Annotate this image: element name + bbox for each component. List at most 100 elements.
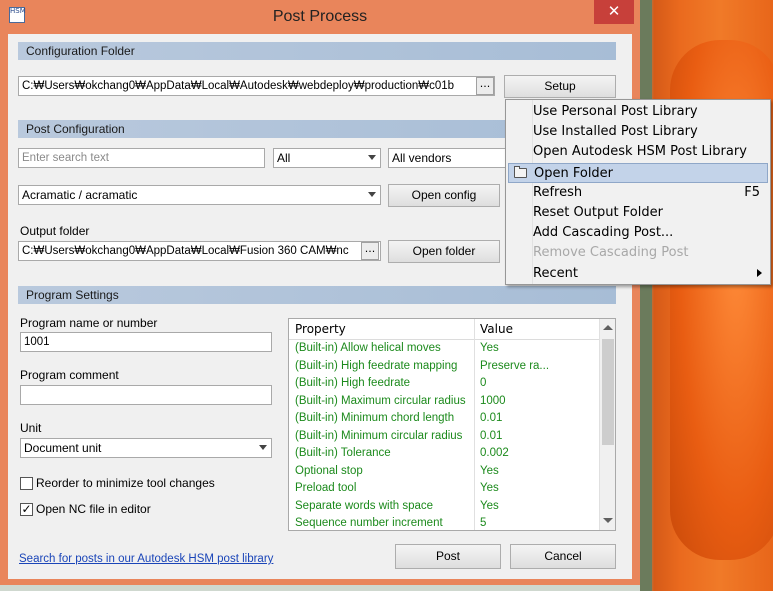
table-row[interactable]: (Built-in) High feedrate mapping Preserve…: [289, 358, 599, 376]
table-row[interactable]: Sequence number increment 5: [289, 515, 599, 530]
menu-item-recent[interactable]: Recent: [508, 264, 768, 284]
reorder-label[interactable]: Reorder to minimize tool changes: [36, 476, 215, 490]
submenu-arrow-icon: [757, 268, 762, 277]
menu-item-reset-output-folder[interactable]: Reset Output Folder: [508, 203, 768, 223]
filter-select-value: All: [277, 151, 291, 165]
property-name: (Built-in) High feedrate: [295, 377, 411, 389]
close-button[interactable]: ✕: [594, 0, 634, 24]
menu-item-use-installed-post-library[interactable]: Use Installed Post Library: [508, 122, 768, 142]
menu-item-label: Reset Output Folder: [533, 205, 663, 220]
open-nc-label[interactable]: Open NC file in editor: [36, 502, 151, 516]
program-name-value: 1001: [24, 336, 50, 348]
program-comment-label: Program comment: [20, 368, 119, 382]
open-folder-button[interactable]: Open folder: [388, 240, 500, 263]
menu-item-label: Refresh: [533, 184, 583, 200]
chevron-down-icon: [368, 192, 376, 197]
program-name-label: Program name or number: [20, 316, 158, 330]
chevron-down-icon: [368, 155, 376, 160]
menu-item-open-autodesk-hsm-post-library[interactable]: Open Autodesk HSM Post Library: [508, 142, 768, 162]
scroll-thumb[interactable]: [602, 339, 614, 445]
filter-select[interactable]: All: [273, 148, 381, 168]
config-folder-header: Configuration Folder: [18, 42, 616, 60]
reorder-checkbox[interactable]: [20, 477, 33, 490]
output-folder-browse-button[interactable]: ...: [361, 242, 379, 260]
post-button[interactable]: Post: [395, 544, 501, 569]
table-row[interactable]: (Built-in) High feedrate 0: [289, 375, 599, 393]
config-folder-browse-button[interactable]: ...: [476, 77, 494, 95]
property-column-header[interactable]: Property: [295, 322, 346, 336]
table-row[interactable]: (Built-in) Minimum circular radius 0.01: [289, 428, 599, 446]
output-folder-path-text: C:₩Users₩okchang0₩AppData₩Local₩Fusion 3…: [22, 245, 349, 257]
property-name: (Built-in) High feedrate mapping: [295, 359, 458, 372]
property-value[interactable]: 0.002: [480, 447, 596, 459]
table-row[interactable]: Separate words with space Yes: [289, 498, 599, 516]
property-name: (Built-in) Maximum circular radius: [295, 394, 466, 407]
property-grid-header: Property Value: [289, 319, 599, 340]
property-grid[interactable]: Property Value (Built-in) Allow helical …: [288, 318, 616, 531]
output-folder-label: Output folder: [20, 224, 90, 238]
post-select[interactable]: Acramatic / acramatic: [18, 185, 381, 205]
property-name: Separate words with space: [295, 499, 434, 512]
property-grid-scrollbar[interactable]: [599, 319, 615, 530]
scroll-up-icon[interactable]: [603, 325, 613, 330]
table-row[interactable]: Preload tool Yes: [289, 480, 599, 498]
table-row[interactable]: (Built-in) Maximum circular radius 1000: [289, 393, 599, 411]
menu-item-add-cascading-post[interactable]: Add Cascading Post...: [508, 223, 768, 243]
menu-item-label: Recent: [533, 265, 578, 281]
config-folder-path[interactable]: C:₩Users₩okchang0₩AppData₩Local₩Autodesk…: [18, 76, 495, 96]
table-row[interactable]: (Built-in) Tolerance 0.002: [289, 445, 599, 463]
property-name: Preload tool: [295, 482, 357, 494]
property-name: Sequence number increment: [295, 517, 443, 529]
title-bar[interactable]: HSM Post Process ✕: [0, 0, 640, 34]
chevron-down-icon: [259, 445, 267, 450]
property-value[interactable]: Yes: [480, 500, 596, 512]
property-value[interactable]: Yes: [480, 465, 596, 477]
search-input[interactable]: Enter search text: [18, 148, 265, 168]
post-select-value: Acramatic / acramatic: [22, 188, 138, 202]
open-nc-checkbox[interactable]: ✓: [20, 503, 33, 516]
property-name: (Built-in) Tolerance: [295, 447, 391, 459]
property-value[interactable]: 0.01: [480, 430, 596, 442]
property-value[interactable]: 1000: [480, 395, 596, 407]
unit-select-value: Document unit: [24, 441, 102, 455]
property-value[interactable]: Yes: [480, 342, 596, 354]
background-app-area: [640, 0, 773, 591]
property-value[interactable]: Preserve ra...: [480, 360, 596, 372]
table-row[interactable]: (Built-in) Allow helical moves Yes: [289, 340, 599, 358]
vendor-select[interactable]: All vendors: [388, 148, 508, 168]
menu-item-remove-cascading-post: Remove Cascading Post: [508, 243, 768, 263]
menu-item-label: Use Personal Post Library: [533, 104, 698, 119]
property-value[interactable]: 0.01: [480, 412, 596, 424]
config-folder-path-text: C:₩Users₩okchang0₩AppData₩Local₩Autodesk…: [22, 80, 455, 92]
cancel-button[interactable]: Cancel: [510, 544, 616, 569]
window-title: Post Process: [272, 8, 368, 25]
output-folder-path[interactable]: C:₩Users₩okchang0₩AppData₩Local₩Fusion 3…: [18, 241, 381, 261]
program-comment-input[interactable]: [20, 385, 272, 405]
search-posts-link[interactable]: Search for posts in our Autodesk HSM pos…: [19, 553, 273, 565]
property-name: (Built-in) Minimum circular radius: [295, 429, 463, 442]
menu-item-open-folder[interactable]: Open Folder: [508, 162, 768, 183]
program-name-input[interactable]: 1001: [20, 332, 272, 352]
scroll-down-icon[interactable]: [603, 518, 613, 523]
unit-select[interactable]: Document unit: [20, 438, 272, 458]
menu-item-label: Remove Cascading Post: [533, 245, 689, 261]
table-row[interactable]: Optional stop Yes: [289, 463, 599, 481]
menu-item-use-personal-post-library[interactable]: Use Personal Post Library: [508, 102, 768, 122]
menu-shortcut: F5: [744, 184, 760, 200]
setup-button[interactable]: Setup: [504, 75, 616, 98]
property-name: (Built-in) Minimum chord length: [295, 412, 455, 424]
menu-item-refresh[interactable]: Refresh F5: [508, 183, 768, 203]
background-strip: [0, 585, 640, 591]
property-value[interactable]: Yes: [480, 482, 596, 494]
checkmark-icon: ✓: [21, 502, 32, 516]
open-config-button[interactable]: Open config: [388, 184, 500, 207]
vendor-select-value: All vendors: [392, 151, 452, 165]
background-app-edge: [640, 0, 652, 591]
property-value[interactable]: 5: [480, 517, 596, 529]
table-row[interactable]: (Built-in) Minimum chord length 0.01: [289, 410, 599, 428]
property-value[interactable]: 0: [480, 377, 596, 389]
folder-icon: [514, 165, 527, 178]
search-placeholder: Enter search text: [22, 152, 109, 164]
property-name: (Built-in) Allow helical moves: [295, 342, 441, 354]
value-column-header[interactable]: Value: [480, 322, 513, 336]
